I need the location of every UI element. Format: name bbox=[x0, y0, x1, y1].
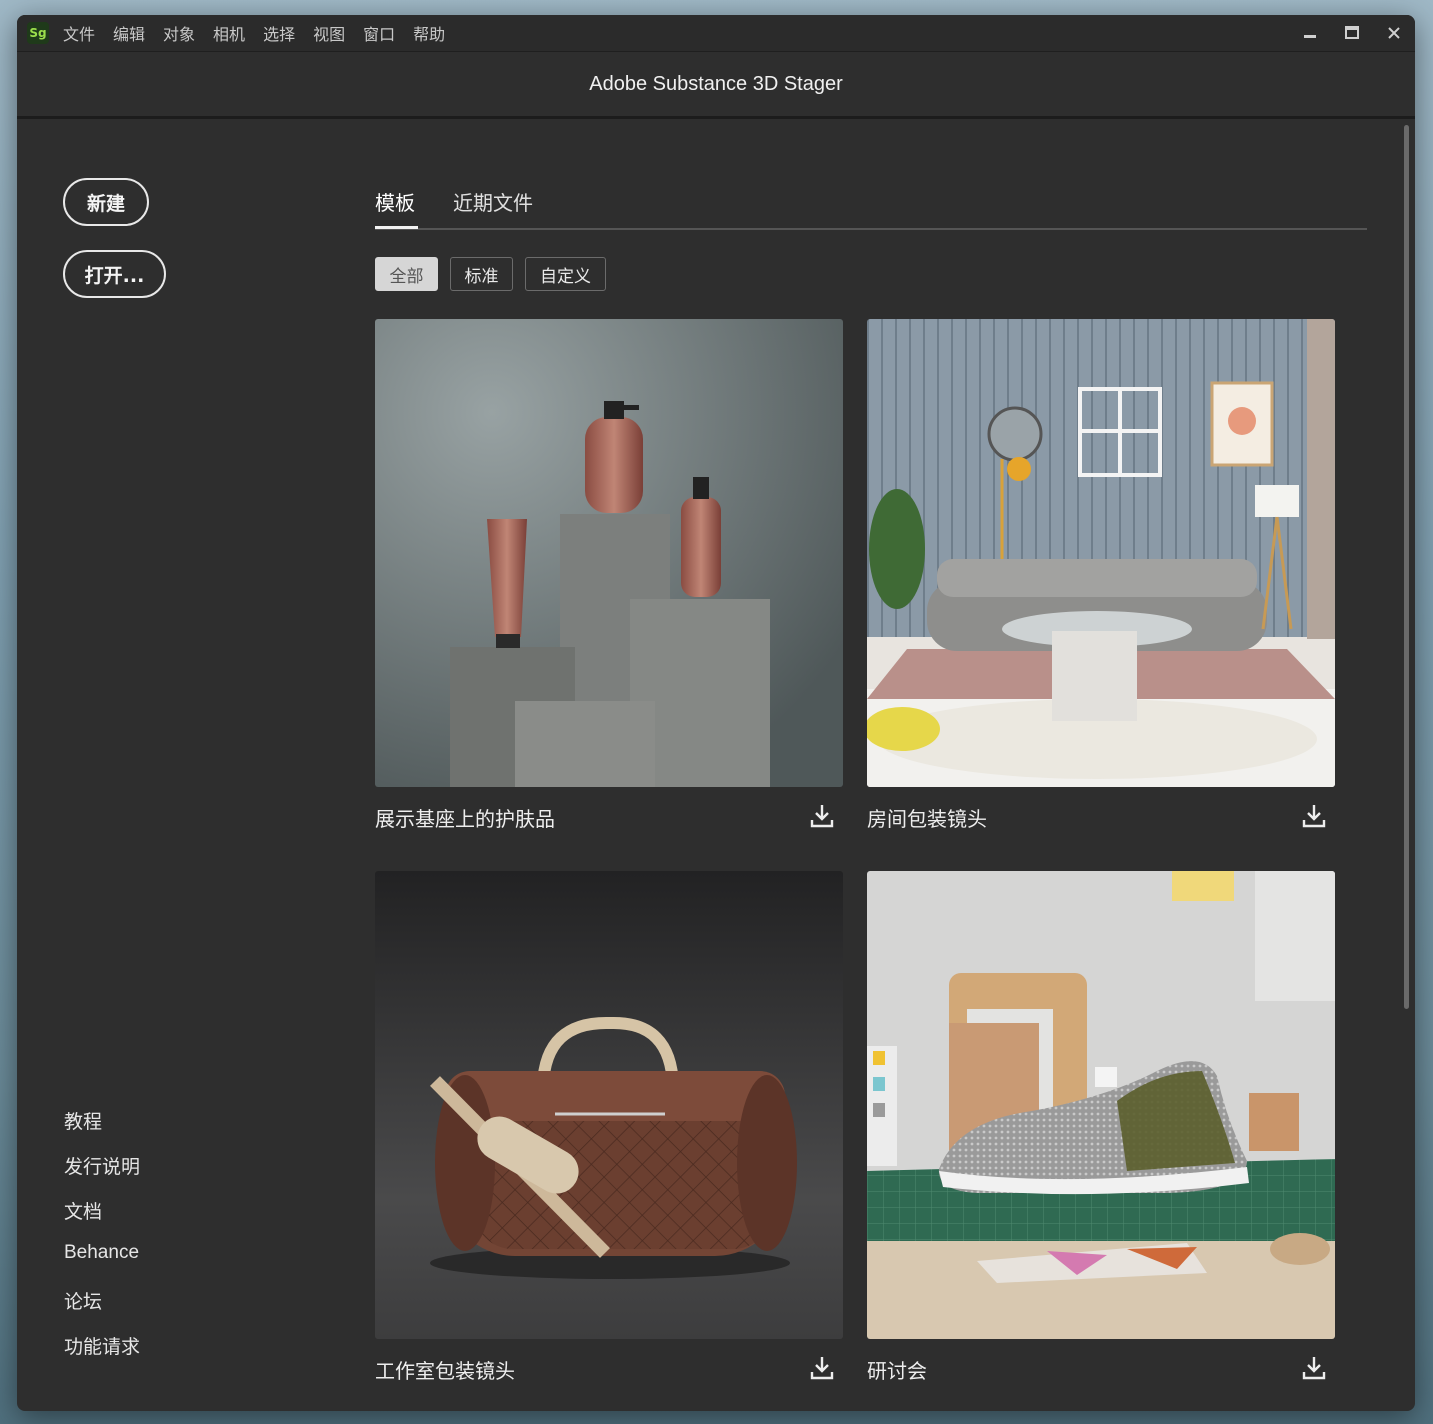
skincare-scene-image bbox=[375, 319, 843, 787]
filter-standard[interactable]: 标准 bbox=[450, 257, 513, 291]
maximize-button[interactable] bbox=[1331, 15, 1373, 51]
template-thumbnail[interactable] bbox=[867, 319, 1335, 787]
download-icon[interactable] bbox=[1301, 803, 1327, 829]
active-tab-indicator bbox=[375, 226, 418, 229]
app-window: Sg 文件 编辑 对象 相机 选择 视图 窗口 帮助 Adobe Substan… bbox=[17, 15, 1415, 1411]
maximize-icon bbox=[1345, 26, 1359, 39]
window-controls bbox=[1289, 15, 1415, 51]
home-screen: 新建 打开... 教程 发行说明 文档 Behance 论坛 功能请求 模板 近… bbox=[17, 119, 1415, 1411]
download-icon[interactable] bbox=[1301, 1355, 1327, 1381]
new-button[interactable]: 新建 bbox=[63, 178, 149, 226]
open-button[interactable]: 打开... bbox=[63, 250, 166, 298]
template-card[interactable]: 研讨会 bbox=[867, 871, 1335, 1383]
window-title: Adobe Substance 3D Stager bbox=[17, 52, 1415, 119]
link-docs[interactable]: 文档 bbox=[64, 1197, 102, 1224]
close-icon bbox=[1388, 27, 1400, 39]
template-title: 房间包装镜头 bbox=[867, 807, 987, 831]
menu-select[interactable]: 选择 bbox=[263, 21, 295, 45]
menu-help[interactable]: 帮助 bbox=[413, 21, 445, 45]
menu-view[interactable]: 视图 bbox=[313, 21, 345, 45]
template-title: 研讨会 bbox=[867, 1359, 927, 1383]
link-release-notes[interactable]: 发行说明 bbox=[64, 1152, 140, 1179]
menu-edit[interactable]: 编辑 bbox=[113, 21, 145, 45]
menu-object[interactable]: 对象 bbox=[163, 21, 195, 45]
link-forum[interactable]: 论坛 bbox=[64, 1287, 102, 1314]
template-card[interactable]: 工作室包装镜头 bbox=[375, 871, 843, 1383]
template-thumbnail[interactable] bbox=[375, 319, 843, 787]
template-thumbnail[interactable] bbox=[867, 871, 1335, 1339]
download-icon[interactable] bbox=[809, 1355, 835, 1381]
sneaker-workshop-scene-image bbox=[867, 871, 1335, 1339]
link-feature-request[interactable]: 功能请求 bbox=[64, 1332, 140, 1359]
scrollbar[interactable] bbox=[1404, 125, 1409, 1009]
filter-all[interactable]: 全部 bbox=[375, 257, 438, 291]
menu-bar: Sg 文件 编辑 对象 相机 选择 视图 窗口 帮助 bbox=[17, 15, 1415, 52]
tab-templates[interactable]: 模板 bbox=[375, 187, 415, 216]
link-behance[interactable]: Behance bbox=[64, 1242, 139, 1264]
room-scene-image bbox=[867, 319, 1335, 787]
tab-bar: 模板 近期文件 bbox=[375, 179, 1367, 231]
template-title: 展示基座上的护肤品 bbox=[375, 807, 555, 831]
minimize-button[interactable] bbox=[1289, 15, 1331, 51]
menu-camera[interactable]: 相机 bbox=[213, 21, 245, 45]
duffel-bag-scene-image bbox=[375, 871, 843, 1339]
close-button[interactable] bbox=[1373, 15, 1415, 51]
template-thumbnail[interactable] bbox=[375, 871, 843, 1339]
tab-recent-files[interactable]: 近期文件 bbox=[453, 187, 533, 216]
menu-window[interactable]: 窗口 bbox=[363, 21, 395, 45]
template-card[interactable]: 房间包装镜头 bbox=[867, 319, 1335, 831]
tab-divider bbox=[375, 228, 1367, 230]
download-icon[interactable] bbox=[809, 803, 835, 829]
app-logo: Sg bbox=[27, 22, 49, 44]
filter-custom[interactable]: 自定义 bbox=[525, 257, 606, 291]
template-title: 工作室包装镜头 bbox=[375, 1359, 515, 1383]
link-tutorials[interactable]: 教程 bbox=[64, 1107, 102, 1134]
template-card[interactable]: 展示基座上的护肤品 bbox=[375, 319, 843, 831]
menu-file[interactable]: 文件 bbox=[63, 21, 95, 45]
minimize-icon bbox=[1304, 35, 1316, 38]
